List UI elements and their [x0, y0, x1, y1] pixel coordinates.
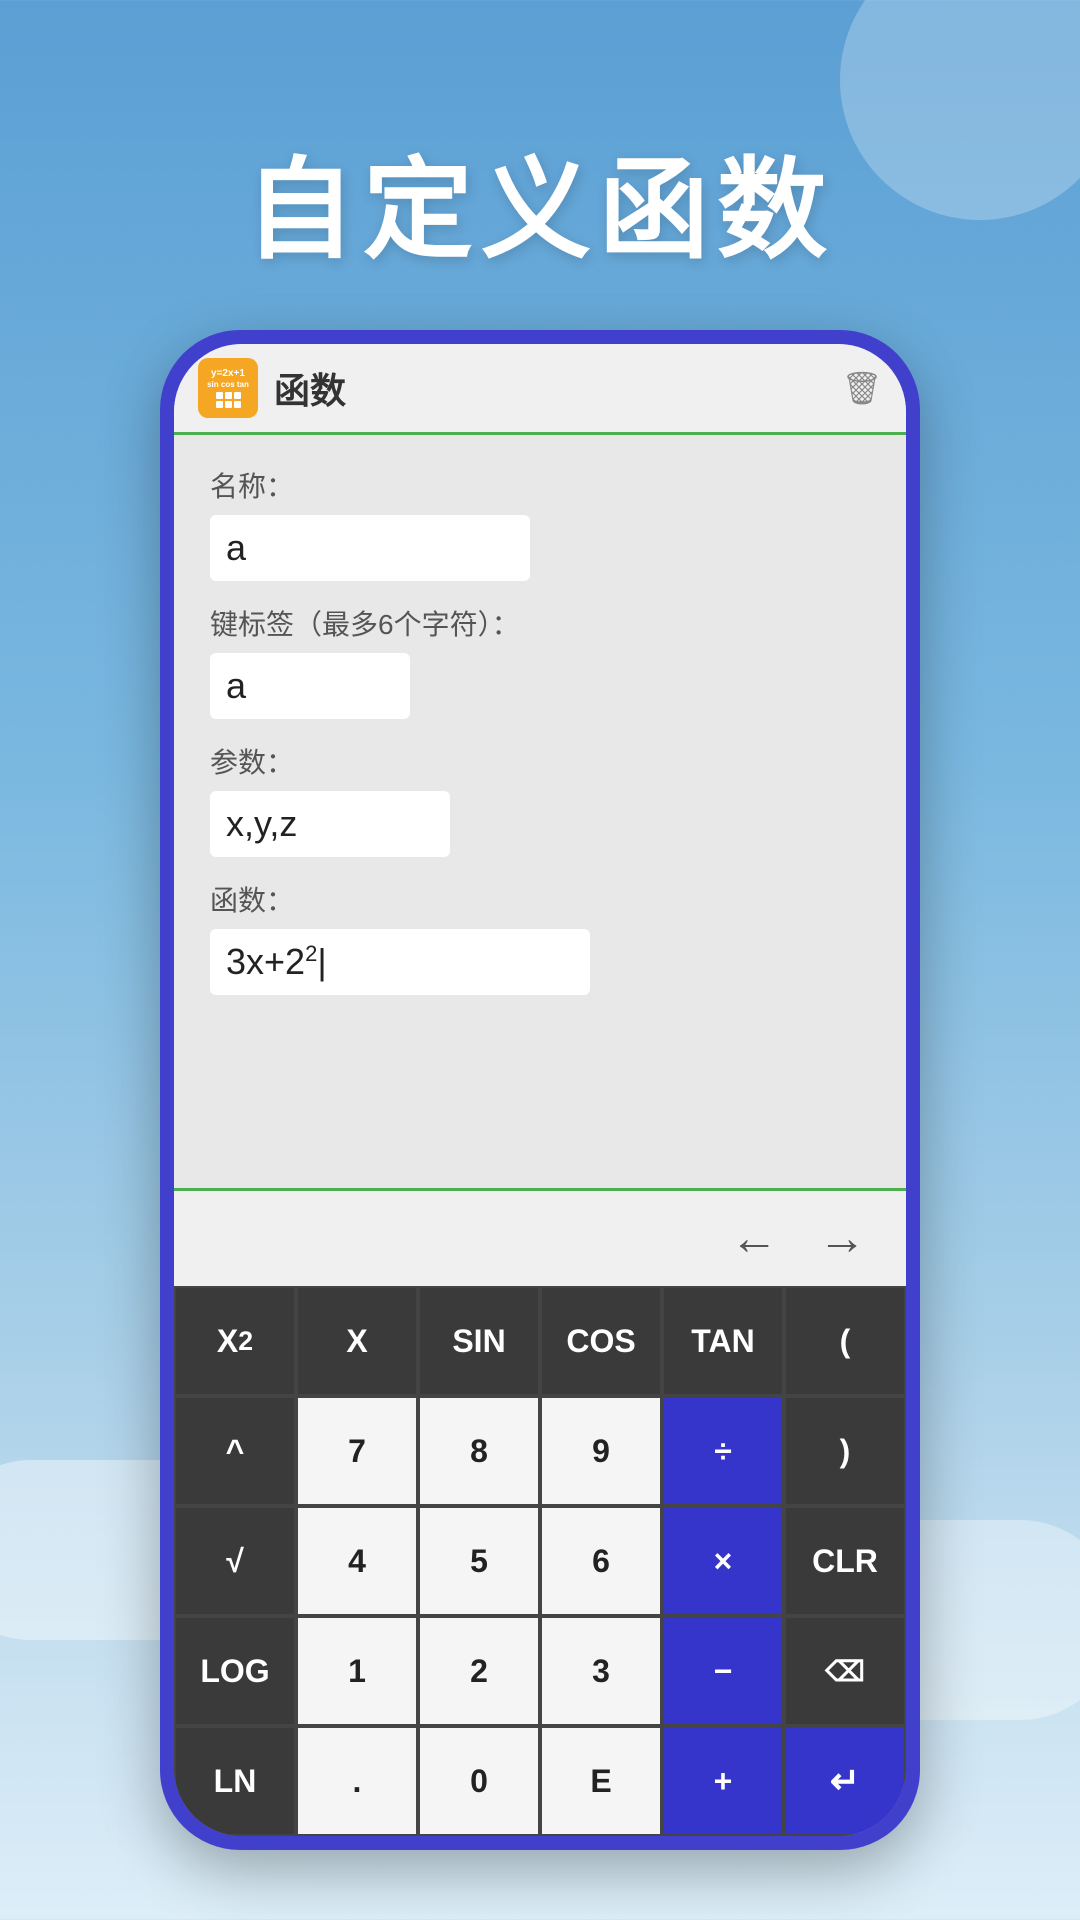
- key-x[interactable]: X: [296, 1286, 418, 1396]
- name-input[interactable]: a: [210, 515, 530, 581]
- page-title: 自定义函数: [0, 120, 1080, 280]
- key-7[interactable]: 7: [296, 1396, 418, 1506]
- header-title: 函数: [274, 362, 842, 414]
- key-close-paren[interactable]: ): [784, 1396, 906, 1506]
- keyboard-row-3: √ 4 5 6 × CLR: [174, 1506, 906, 1616]
- func-input[interactable]: 3x+22|: [210, 929, 590, 995]
- icon-grid: [216, 392, 241, 408]
- sin-cos-tan-text: sin cos tan: [207, 380, 249, 389]
- key-5[interactable]: 5: [418, 1506, 540, 1616]
- keyboard-row-4: LOG 1 2 3 − ⌫: [174, 1616, 906, 1726]
- keyboard: X2 X SIN COS TAN ( ^ 7 8 9 ÷ ) √ 4 5 6: [174, 1286, 906, 1836]
- key-open-paren[interactable]: (: [784, 1286, 906, 1396]
- func-label: 函数：: [210, 879, 870, 919]
- key-divide[interactable]: ÷: [662, 1396, 784, 1506]
- formula-text: y=2x+1: [211, 368, 245, 380]
- key-tan[interactable]: TAN: [662, 1286, 784, 1396]
- key-2[interactable]: 2: [418, 1616, 540, 1726]
- key-cos[interactable]: COS: [540, 1286, 662, 1396]
- key-multiply[interactable]: ×: [662, 1506, 784, 1616]
- phone-screen: y=2x+1 sin cos tan 函数 🗑 名称： a 键标签（最多6个字符…: [174, 344, 906, 1836]
- app-icon: y=2x+1 sin cos tan: [198, 358, 258, 418]
- func-value-text: 3x+22|: [226, 941, 327, 982]
- key-plus[interactable]: +: [662, 1726, 784, 1836]
- key-label: 键标签（最多6个字符）：: [210, 603, 870, 643]
- app-header: y=2x+1 sin cos tan 函数 🗑: [174, 344, 906, 435]
- cursor: |: [317, 941, 326, 982]
- key-input[interactable]: a: [210, 653, 410, 719]
- key-9[interactable]: 9: [540, 1396, 662, 1506]
- name-label: 名称：: [210, 465, 870, 505]
- key-enter[interactable]: ↵: [784, 1726, 906, 1836]
- form-area: 名称： a 键标签（最多6个字符）： a 参数： x,y,z 函数： 3x+22…: [174, 435, 906, 1188]
- key-3[interactable]: 3: [540, 1616, 662, 1726]
- param-input[interactable]: x,y,z: [210, 791, 450, 857]
- key-6[interactable]: 6: [540, 1506, 662, 1616]
- key-4[interactable]: 4: [296, 1506, 418, 1616]
- func-superscript: 2: [305, 941, 317, 966]
- key-sin[interactable]: SIN: [418, 1286, 540, 1396]
- phone-mockup: y=2x+1 sin cos tan 函数 🗑 名称： a 键标签（最多6个字符…: [160, 330, 920, 1850]
- key-ln[interactable]: LN: [174, 1726, 296, 1836]
- key-minus[interactable]: −: [662, 1616, 784, 1726]
- keyboard-row-5: LN . 0 E + ↵: [174, 1726, 906, 1836]
- key-backspace[interactable]: ⌫: [784, 1616, 906, 1726]
- nav-area: ← →: [174, 1188, 906, 1286]
- key-0[interactable]: 0: [418, 1726, 540, 1836]
- key-8[interactable]: 8: [418, 1396, 540, 1506]
- nav-left-arrow[interactable]: ←: [730, 1211, 778, 1266]
- keyboard-row-2: ^ 7 8 9 ÷ ): [174, 1396, 906, 1506]
- key-log[interactable]: LOG: [174, 1616, 296, 1726]
- key-x-squared[interactable]: X2: [174, 1286, 296, 1396]
- key-sqrt[interactable]: √: [174, 1506, 296, 1616]
- key-dot[interactable]: .: [296, 1726, 418, 1836]
- param-label: 参数：: [210, 741, 870, 781]
- keyboard-row-1: X2 X SIN COS TAN (: [174, 1286, 906, 1396]
- key-e[interactable]: E: [540, 1726, 662, 1836]
- key-caret[interactable]: ^: [174, 1396, 296, 1506]
- key-1[interactable]: 1: [296, 1616, 418, 1726]
- trash-button[interactable]: 🗑: [842, 368, 882, 408]
- nav-right-arrow[interactable]: →: [818, 1211, 866, 1266]
- key-clr[interactable]: CLR: [784, 1506, 906, 1616]
